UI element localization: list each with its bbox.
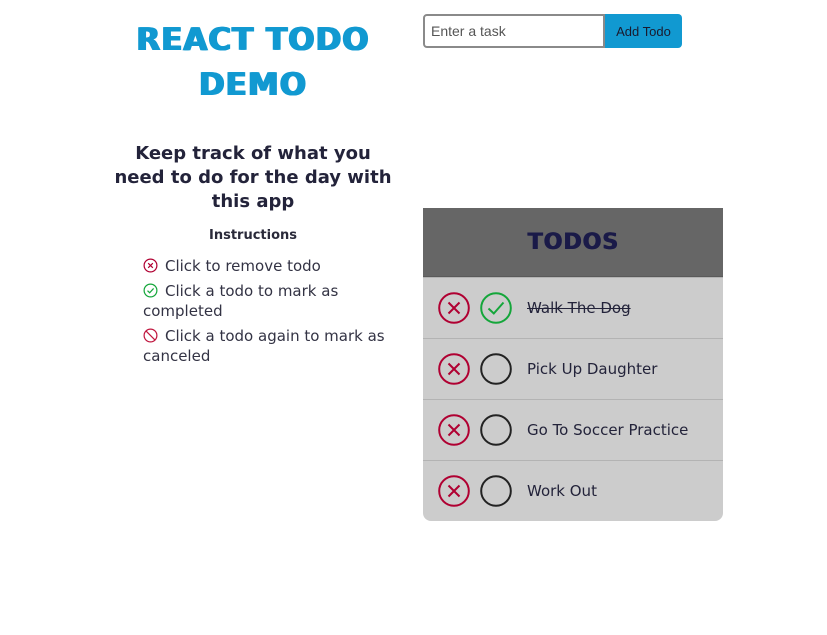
app-tagline: Keep track of what you need to do for th…: [114, 143, 392, 212]
empty-circle-icon[interactable]: [480, 475, 512, 507]
add-todo-button[interactable]: Add Todo: [605, 14, 682, 48]
instruction-text: Click a todo again to mark as canceled: [143, 327, 385, 365]
remove-todo-icon[interactable]: [438, 353, 470, 385]
instruction-item: Click a todo again to mark as canceled: [143, 326, 398, 366]
todo-text[interactable]: Pick Up Daughter: [527, 360, 657, 378]
todo-text[interactable]: Walk The Dog: [527, 299, 631, 317]
remove-todo-icon[interactable]: [438, 292, 470, 324]
empty-circle-icon[interactable]: [480, 353, 512, 385]
instruction-text: Click a todo to mark as completed: [143, 282, 339, 320]
instruction-item: Click a todo to mark as completed: [143, 281, 398, 321]
remove-todo-icon[interactable]: [438, 475, 470, 507]
remove-circle-icon: [143, 258, 158, 273]
instructions-heading: Instructions: [208, 228, 297, 243]
add-todo-form: Add Todo: [423, 14, 683, 49]
remove-todo-icon[interactable]: [438, 414, 470, 446]
app-title: REACT TODO DEMO: [136, 22, 370, 103]
check-circle-icon: [143, 283, 158, 298]
instructions-list: Click to remove todo Click a todo to mar…: [143, 256, 398, 371]
todos-heading: TODOS: [527, 229, 619, 255]
todo-text[interactable]: Work Out: [527, 482, 597, 500]
todos-header: TODOS: [423, 208, 723, 277]
todo-text[interactable]: Go To Soccer Practice: [527, 421, 688, 439]
todo-item: Go To Soccer Practice: [423, 399, 723, 460]
instruction-text: Click to remove todo: [165, 257, 321, 275]
empty-circle-icon[interactable]: [480, 414, 512, 446]
todo-item: Pick Up Daughter: [423, 338, 723, 399]
instruction-item: Click to remove todo: [143, 256, 398, 276]
todo-item: Work Out: [423, 460, 723, 521]
task-input[interactable]: [423, 14, 605, 48]
todos-panel: TODOS Walk The Dog Pick Up Daughter Go T…: [423, 208, 723, 521]
todo-item: Walk The Dog: [423, 277, 723, 338]
check-circle-icon[interactable]: [480, 292, 512, 324]
cancel-circle-icon: [143, 328, 158, 343]
